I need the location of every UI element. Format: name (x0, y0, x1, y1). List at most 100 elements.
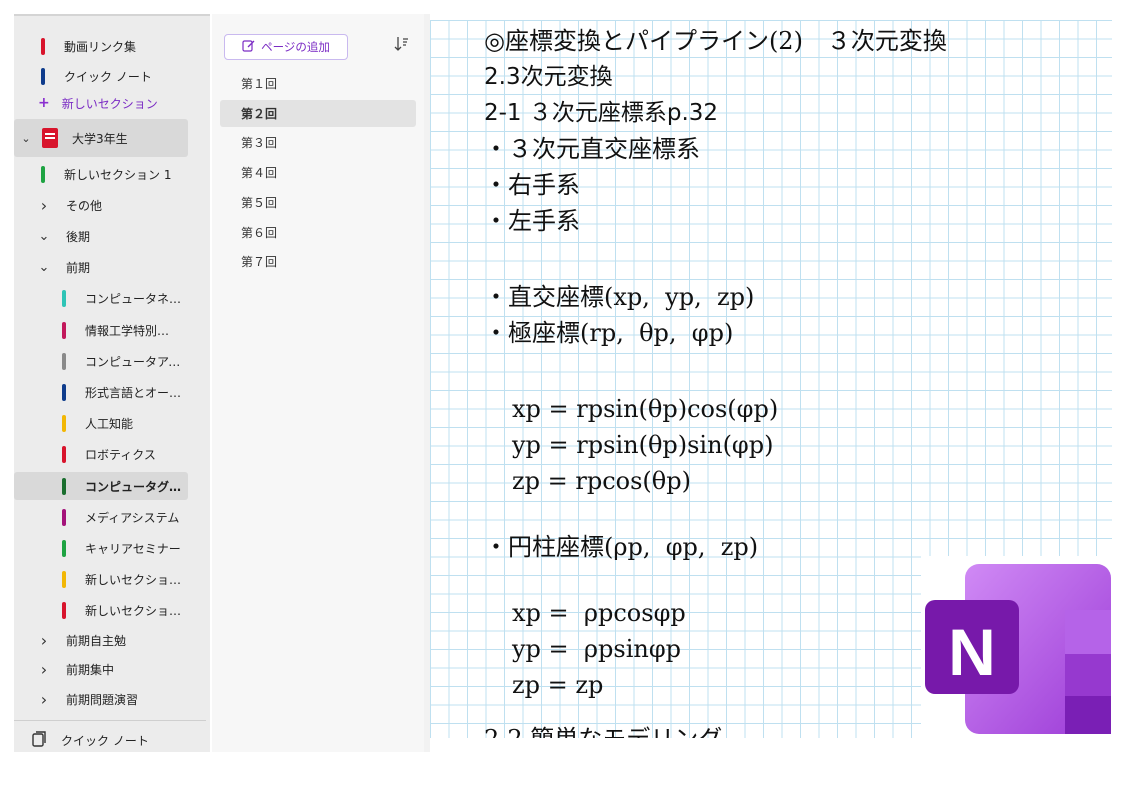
section-group[interactable]: › 前期集中 (14, 656, 188, 684)
sidebar-section[interactable]: 新しいセクション 2 (14, 597, 188, 625)
section-label: 動画リンク集 (64, 39, 137, 54)
section-color-bar (62, 415, 66, 433)
section-color-bar (62, 290, 66, 308)
note-text-line: 2-2 簡単なモデリング (484, 724, 722, 738)
new-section-button[interactable]: + 新しいセクション (14, 90, 188, 116)
section-color-bar (62, 602, 66, 620)
sidebar-section[interactable]: コンピュータアー… (14, 347, 188, 375)
section-label: コンピュータネッ… (85, 292, 188, 307)
chevron-right-icon: › (40, 689, 48, 709)
section-label: 形式言語とオー… (85, 385, 182, 400)
chevron-down-icon: ⌄ (38, 260, 50, 276)
add-page-label: ページの追加 (261, 40, 330, 54)
section-label: 人工知能 (85, 417, 134, 432)
section-color-bar (62, 539, 66, 557)
page-list-item[interactable]: 第４回 (220, 159, 416, 186)
sidebar-section[interactable]: ロボティクス (14, 441, 188, 469)
edit-page-icon (242, 39, 255, 55)
sidebar-section[interactable]: コンピュータグ… (14, 472, 188, 500)
page-list-item[interactable]: 第２回 (220, 99, 416, 127)
note-text-line: ・円柱座標(ρp, φp, zp) (484, 533, 759, 561)
page-list-item[interactable]: 第３回 (220, 129, 416, 156)
new-section-label: 新しいセクション (61, 96, 158, 111)
sidebar-footer-divider (14, 720, 206, 721)
note-text-line: ・右手系 (484, 171, 580, 199)
note-text-line: zp = rpcos(θp) (512, 467, 691, 495)
note-text-line: ◎座標変換とパイプライン(2) ３次元変換 (484, 27, 947, 55)
section-group[interactable]: › 前期問題演習 (14, 685, 188, 713)
note-text-line: yp = ρpsinφp (512, 635, 682, 663)
note-text-line: 2.3次元変換 (484, 64, 613, 90)
note-text-line: zp = zp (512, 671, 604, 699)
page-stack-icon (32, 730, 47, 750)
sidebar-section[interactable]: 情報工学特別… (14, 316, 188, 344)
page-list-item[interactable]: 第１回 (220, 70, 416, 97)
page-list-item[interactable]: 第５回 (220, 189, 416, 216)
section-color-bar (41, 67, 45, 85)
section-color-bar (62, 477, 66, 495)
section-group[interactable]: › その他 (14, 191, 188, 219)
onenote-logo-icon: N (921, 556, 1117, 752)
section-label: 新しいセクション 1 (85, 573, 188, 588)
section-label: コンピュータグ… (85, 479, 182, 494)
chevron-right-icon: › (40, 630, 48, 650)
logo-letter: N (948, 615, 996, 689)
page-list-pane: ページの追加 第１回 第２回 第３回第４回第５回第６回 第７回 (212, 14, 424, 752)
section-label: 後期 (66, 229, 91, 244)
quick-note-footer-label: クイック ノート (61, 733, 149, 748)
section-label: メディアシステム (85, 510, 180, 525)
sidebar-section[interactable]: 新しいセクション 1 (14, 160, 188, 188)
chevron-right-icon: › (40, 660, 48, 680)
section-color-bar (62, 508, 66, 526)
notebook-icon (42, 128, 58, 148)
section-label: 新しいセクション 1 (64, 167, 172, 182)
quick-note-footer[interactable]: クイック ノート (14, 726, 188, 752)
section-label: キャリアセミナー (85, 541, 181, 556)
sidebar-section[interactable]: メディアシステム (14, 503, 188, 531)
section-label: 新しいセクション 2 (85, 604, 188, 619)
section-color-bar (62, 446, 66, 464)
notebook-label: 大学3年生 (72, 131, 128, 146)
section-label: 前期集中 (66, 663, 115, 678)
plus-icon: + (38, 95, 50, 111)
note-text-line: xp = ρpcosφp (512, 599, 686, 627)
section-label: 前期自主勉 (66, 633, 127, 648)
section-color-bar (62, 571, 66, 589)
section-color-bar (41, 37, 45, 55)
add-page-button[interactable]: ページの追加 (224, 34, 348, 60)
section-group[interactable]: ⌄ 後期 (14, 222, 188, 250)
note-text-line: ・３次元直交座標系 (484, 135, 700, 163)
section-label: 情報工学特別… (85, 323, 170, 338)
note-text-line: xp = rpsin(θp)cos(φp) (512, 395, 779, 423)
note-text-line: ・左手系 (484, 207, 580, 235)
section-color-bar (62, 383, 66, 401)
sidebar-section[interactable]: キャリアセミナー (14, 534, 188, 562)
section-label: その他 (66, 198, 103, 213)
sidebar-section[interactable]: 動画リンク集 (14, 32, 188, 60)
section-group[interactable]: › 前期自主勉 (14, 626, 188, 654)
sort-icon[interactable] (394, 36, 409, 56)
chevron-right-icon: › (40, 195, 48, 215)
chevron-down-icon: ⌄ (38, 228, 50, 244)
sidebar-section[interactable]: コンピュータネッ… (14, 285, 188, 313)
sidebar-section[interactable]: 形式言語とオー… (14, 378, 188, 406)
navigation-sidebar: 動画リンク集 クイック ノート + 新しいセクション ⌄ 大学3年生新しいセクション 1 ›… (14, 14, 210, 752)
section-label: コンピュータアー… (85, 354, 188, 369)
note-text-line: ・極座標(rp, θp, φp) (484, 319, 734, 347)
page-list-item[interactable]: 第７回 (220, 248, 416, 275)
sidebar-section[interactable]: クイック ノート (14, 62, 188, 90)
section-color-bar (62, 352, 66, 370)
section-label: ロボティクス (85, 448, 156, 463)
section-color-bar (62, 321, 66, 339)
sidebar-top-divider (14, 14, 210, 16)
note-text-line: yp = rpsin(θp)sin(φp) (512, 431, 774, 459)
sidebar-section[interactable]: 新しいセクション 1 (14, 566, 188, 594)
section-label: クイック ノート (64, 69, 152, 84)
section-label: 前期問題演習 (66, 692, 139, 707)
notebook-header[interactable]: ⌄ 大学3年生 (14, 119, 188, 157)
note-text-line: ・直交座標(xp, yp, zp) (484, 283, 755, 311)
page-list-item[interactable]: 第６回 (220, 219, 416, 246)
chevron-down-icon: ⌄ (21, 131, 31, 145)
section-group[interactable]: ⌄ 前期 (14, 254, 188, 282)
sidebar-section[interactable]: 人工知能 (14, 410, 188, 438)
